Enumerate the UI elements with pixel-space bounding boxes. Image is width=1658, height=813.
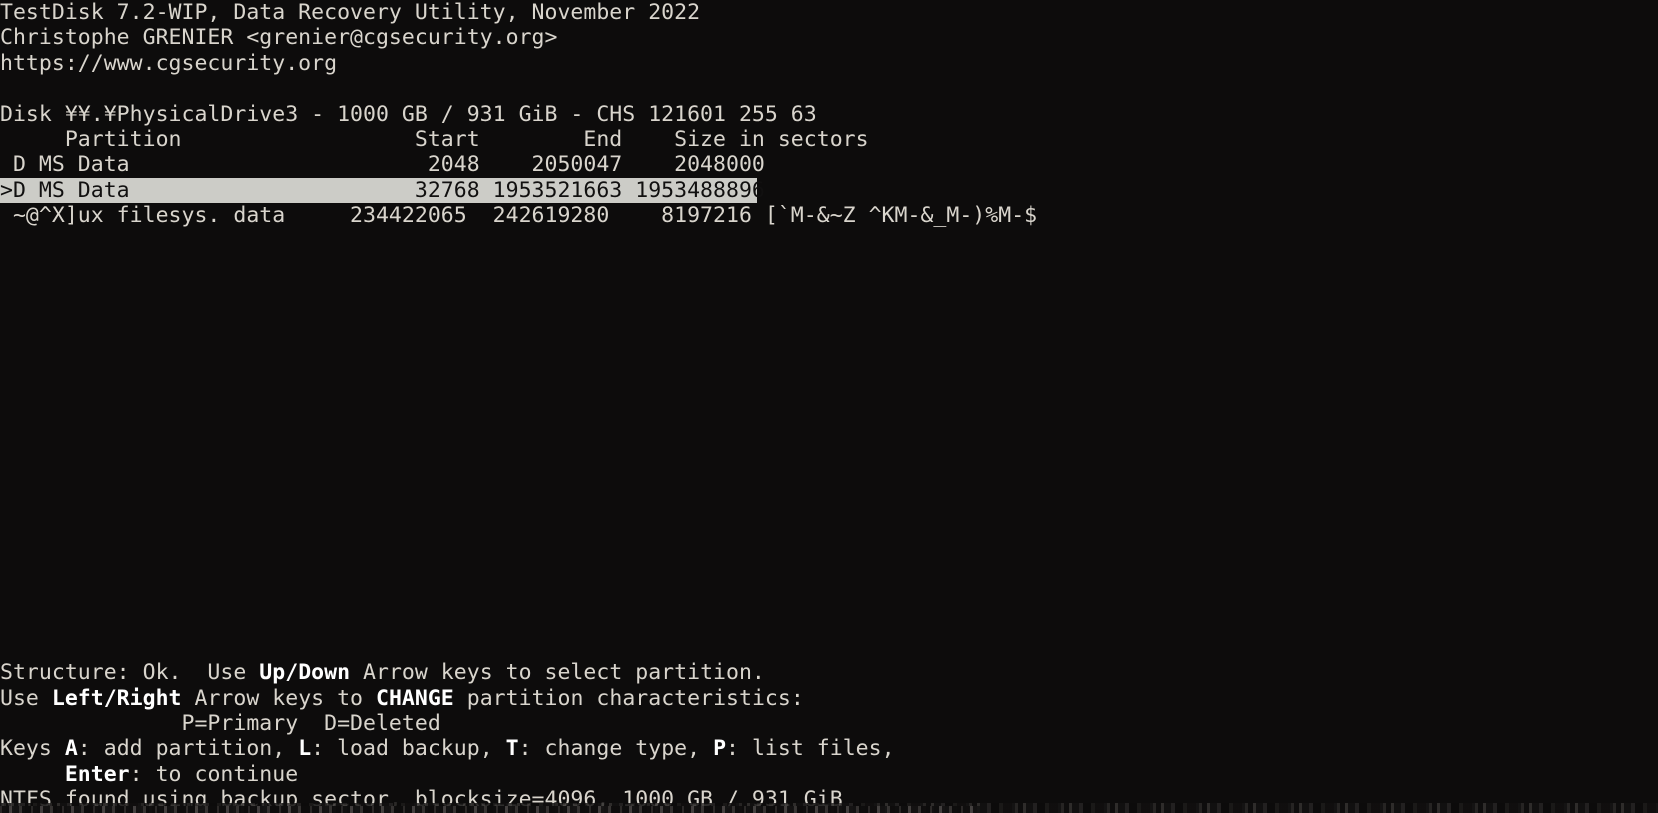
enter-key-label: Enter xyxy=(64,761,130,787)
key-a-label: A xyxy=(64,736,78,762)
partition-row-selected[interactable]: >D MS Data 32768 1953521663 1953488896 xyxy=(0,177,765,204)
spacer-row-3 xyxy=(0,254,1658,279)
structure-prefix-text: Structure: Ok. Use xyxy=(0,660,260,686)
change-prefix-text: Use xyxy=(0,685,52,711)
key-l-label: L xyxy=(298,736,312,762)
partition-row[interactable]: ~@^X]ux filesys. data 234422065 24261928… xyxy=(0,203,1658,228)
enter-help-line: Enter: to continue xyxy=(0,762,1658,787)
spacer-row-8 xyxy=(0,381,1658,406)
terminal-content: TestDisk 7.2-WIP, Data Recovery Utility,… xyxy=(0,0,1658,813)
app-title-line: TestDisk 7.2-WIP, Data Recovery Utility,… xyxy=(0,0,701,25)
up-down-key-label: Up/Down xyxy=(259,660,351,686)
key-a-description: : add partition, xyxy=(77,736,299,762)
key-t-label: T xyxy=(505,736,519,762)
key-l-description: : load backup, xyxy=(311,736,506,762)
spacer-row-1 xyxy=(0,76,1658,101)
characteristics-legend-line: P=Primary D=Deleted xyxy=(0,710,441,736)
spacer-row-4 xyxy=(0,279,1658,304)
change-characteristics-line: Use Left/Right Arrow keys to CHANGE part… xyxy=(0,686,1658,711)
spacer-row-11 xyxy=(0,457,1658,482)
partition-table-header: Partition Start End Size in sectors xyxy=(0,126,869,152)
spacer-row-14 xyxy=(0,533,1658,558)
bottom-artifact-strip-overlay xyxy=(0,806,980,813)
structure-suffix-text: Arrow keys to select partition. xyxy=(350,660,765,686)
spacer-row-16 xyxy=(0,584,1658,609)
change-suffix-text: partition characteristics: xyxy=(453,685,804,711)
enter-description: : to continue xyxy=(129,761,299,787)
partition-row[interactable]: D MS Data 2048 2050047 2048000 xyxy=(0,152,1658,177)
structure-status-line: Structure: Ok. Use Up/Down Arrow keys to… xyxy=(0,660,1658,685)
disk-info-line: Disk ¥¥.¥PhysicalDrive3 - 1000 GB / 931 … xyxy=(0,101,817,127)
spacer-row-10 xyxy=(0,432,1658,457)
app-url-line: https://www.cgsecurity.org xyxy=(0,50,338,76)
keys-help-line: Keys A: add partition, L: load backup, T… xyxy=(0,736,1658,761)
enter-indent-space xyxy=(0,762,65,787)
change-mid-text: Arrow keys to xyxy=(181,685,376,711)
spacer-row-6 xyxy=(0,330,1658,355)
spacer-row-5 xyxy=(0,305,1658,330)
left-right-key-label: Left/Right xyxy=(51,685,182,711)
spacer-row-2 xyxy=(0,229,1658,254)
key-t-description: : change type, xyxy=(518,736,714,762)
key-p-label: P xyxy=(713,736,727,762)
spacer-row-15 xyxy=(0,559,1658,584)
spacer-row-18 xyxy=(0,635,1658,660)
spacer-row-17 xyxy=(0,609,1658,634)
spacer-row-9 xyxy=(0,406,1658,431)
key-p-description: : list files, xyxy=(726,736,895,762)
spacer-row-13 xyxy=(0,508,1658,533)
keys-prefix-text: Keys xyxy=(0,736,65,762)
spacer-row-12 xyxy=(0,482,1658,507)
spacer-row-7 xyxy=(0,355,1658,380)
app-author-line: Christophe GRENIER <grenier@cgsecurity.o… xyxy=(0,25,558,51)
terminal-screen: TestDisk 7.2-WIP, Data Recovery Utility,… xyxy=(0,0,1658,813)
change-verb-label: CHANGE xyxy=(375,685,454,711)
